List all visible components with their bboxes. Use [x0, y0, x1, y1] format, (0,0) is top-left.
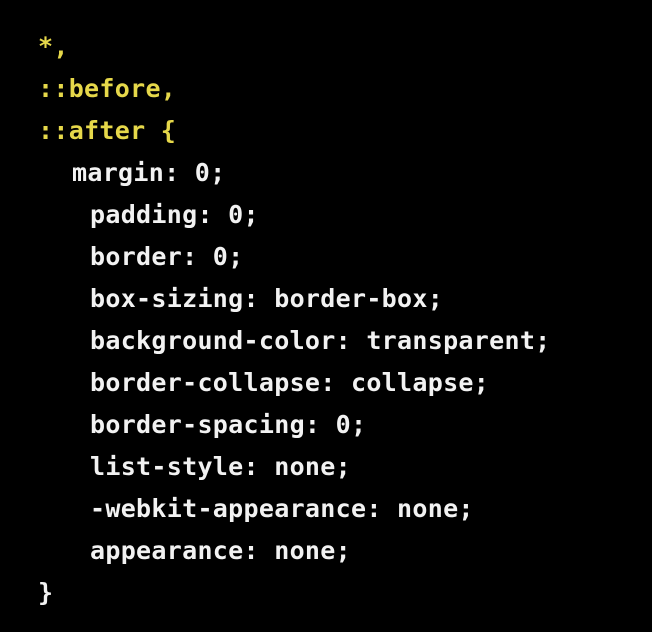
code-line-padding: padding: 0;	[90, 200, 259, 229]
css-code-block: *, ::before, ::after { margin: 0; paddin…	[0, 0, 652, 632]
code-line-list-style: list-style: none;	[90, 452, 351, 481]
code-line-appearance: appearance: none;	[90, 536, 351, 565]
code-line-webkit-appearance: -webkit-appearance: none;	[90, 494, 474, 523]
code-line-border: border: 0;	[90, 242, 244, 271]
code-line-margin: margin: 0;	[72, 158, 226, 187]
code-line-after-selector: ::after {	[38, 116, 177, 145]
code-line-before-selector: ::before,	[38, 74, 177, 103]
code-line-border-spacing: border-spacing: 0;	[90, 410, 367, 439]
code-line-border-collapse: border-collapse: collapse;	[90, 368, 490, 397]
code-line-background-color: background-color: transparent;	[90, 326, 551, 355]
code-line-universal-selector: *,	[38, 32, 69, 61]
code-line-closing-brace: }	[38, 578, 54, 607]
code-line-box-sizing: box-sizing: border-box;	[90, 284, 444, 313]
